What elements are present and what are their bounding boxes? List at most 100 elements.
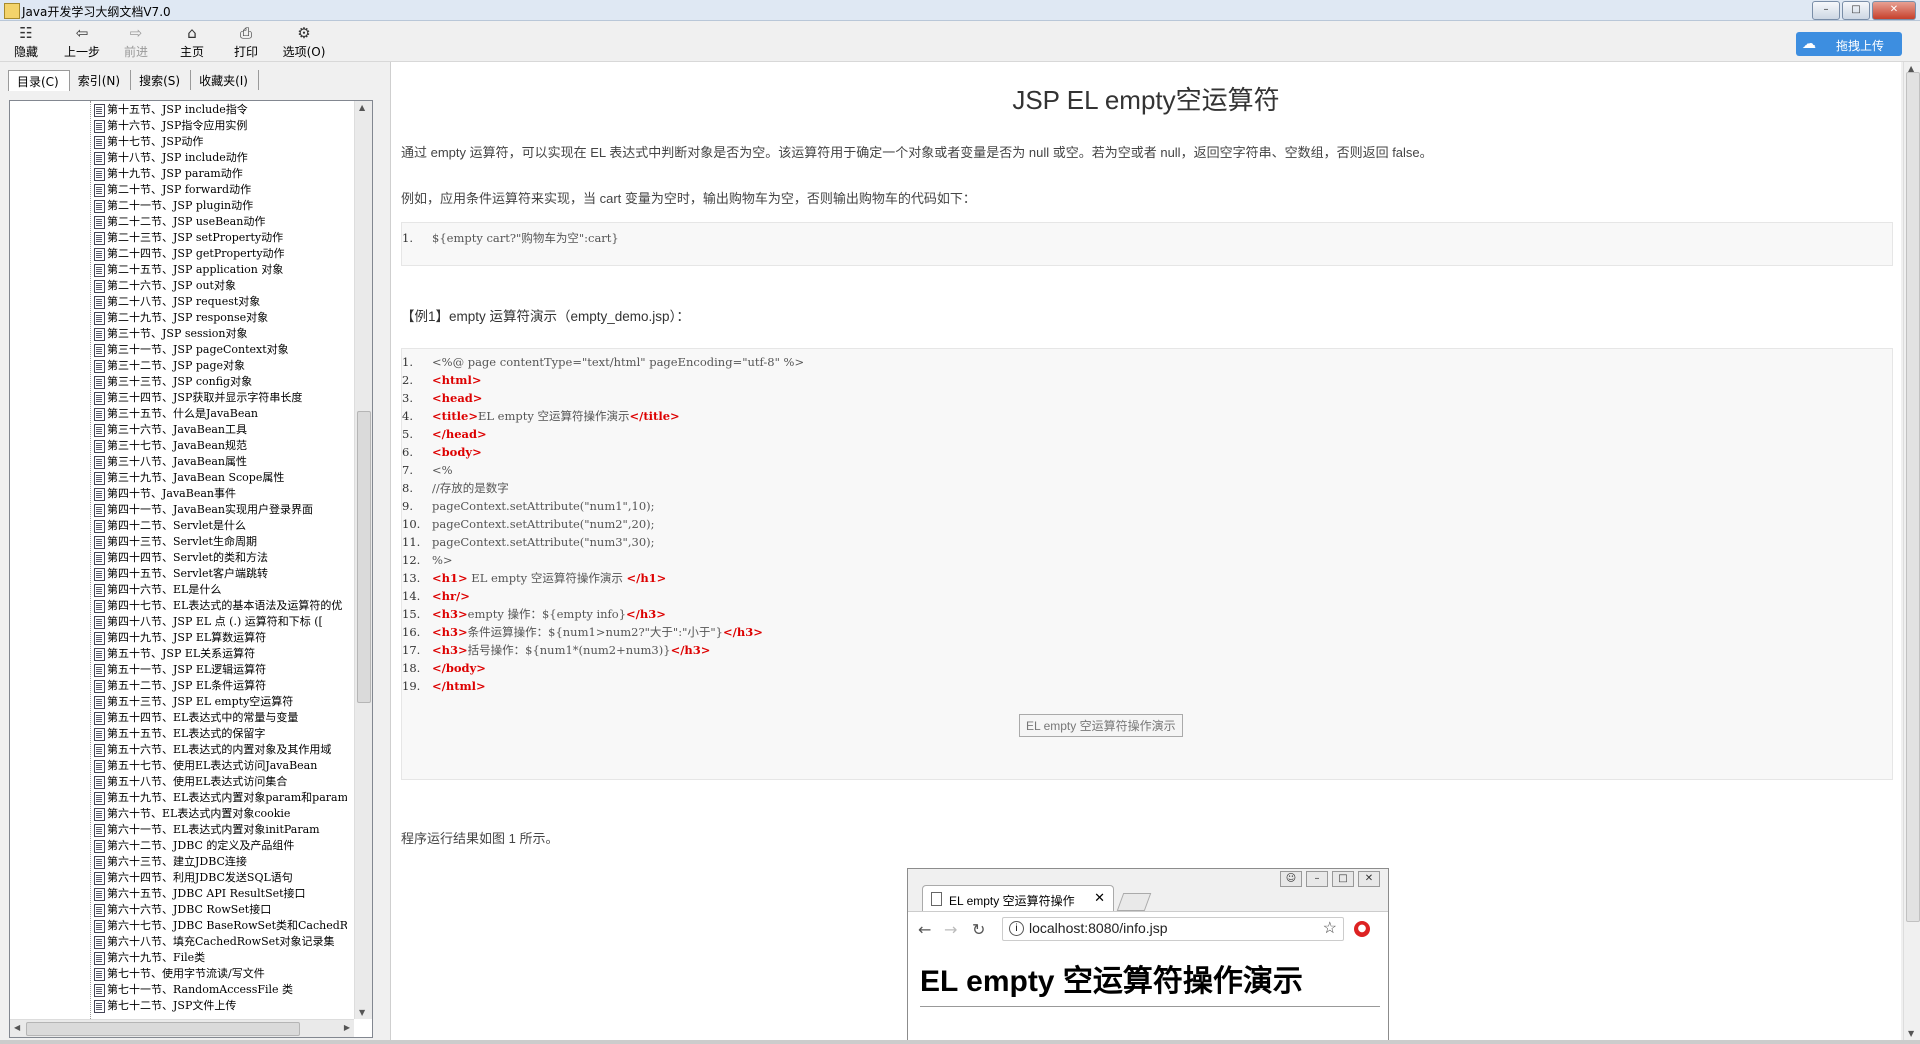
tree-item[interactable]: 第十九节、JSP param动作 xyxy=(92,166,347,182)
tree-item[interactable]: 第四十七节、EL表达式的基本语法及运算符的优 xyxy=(92,598,347,614)
document-icon xyxy=(94,216,105,229)
code-tag: <head> xyxy=(432,391,483,405)
tree-item[interactable]: 第二十九节、JSP response对象 xyxy=(92,310,347,326)
hide-icon: ☷ xyxy=(19,24,33,42)
tree-item[interactable]: 第六十三节、建立JDBC连接 xyxy=(92,854,347,870)
tree-item-label: 第三十三节、JSP config对象 xyxy=(107,375,253,388)
tree-item[interactable]: 第三十三节、JSP config对象 xyxy=(92,374,347,390)
tree-item[interactable]: 第五十节、JSP EL关系运算符 xyxy=(92,646,347,662)
tree-item[interactable]: 第六十四节、利用JDBC发送SQL语句 xyxy=(92,870,347,886)
tree-item[interactable]: 第三十节、JSP session对象 xyxy=(92,326,347,342)
tree-item[interactable]: 第六十九节、File类 xyxy=(92,950,347,966)
tree-item[interactable]: 第六十五节、JDBC API ResultSet接口 xyxy=(92,886,347,902)
tree-item[interactable]: 第二十八节、JSP request对象 xyxy=(92,294,347,310)
tree-item[interactable]: 第五十八节、使用EL表达式访问集合 xyxy=(92,774,347,790)
tree-item[interactable]: 第二十六节、JSP out对象 xyxy=(92,278,347,294)
tree-item[interactable]: 第三十二节、JSP page对象 xyxy=(92,358,347,374)
tree-item[interactable]: 第四十八节、JSP EL 点 (.) 运算符和下标 ([ xyxy=(92,614,347,630)
content-scroll-thumb[interactable] xyxy=(1906,72,1920,922)
code-tag: </h3> xyxy=(723,625,763,639)
code-tag: </html> xyxy=(432,679,486,693)
tree-item[interactable]: 第三十七节、JavaBean规范 xyxy=(92,438,347,454)
tree-item[interactable]: 第五十六节、EL表达式的内置对象及其作用域 xyxy=(92,742,347,758)
tree-item[interactable]: 第六十二节、JDBC 的定义及产品组件 xyxy=(92,838,347,854)
tree-hscroll-thumb[interactable] xyxy=(26,1022,300,1036)
tab-contents[interactable]: 目录(C) xyxy=(8,70,70,91)
scroll-up-icon[interactable]: ▲ xyxy=(359,103,365,112)
tree-item[interactable]: 第六十七节、JDBC BaseRowSet类和CachedRowS xyxy=(92,918,347,934)
options-button[interactable]: ⚙ 选项(O) xyxy=(276,24,332,60)
tree-item[interactable]: 第五十三节、JSP EL empty空运算符 xyxy=(92,694,347,710)
tree-item[interactable]: 第二十节、JSP forward动作 xyxy=(92,182,347,198)
back-button[interactable]: ⇦ 上一步 xyxy=(58,24,106,60)
tree-item[interactable]: 第四十节、JavaBean事件 xyxy=(92,486,347,502)
tree-item[interactable]: 第十五节、JSP include指令 xyxy=(92,102,347,118)
tree-item[interactable]: 第十六节、JSP指令应用实例 xyxy=(92,118,347,134)
tree-item[interactable]: 第七十节、使用字节流读/写文件 xyxy=(92,966,347,982)
tree-item[interactable]: 第二十四节、JSP getProperty动作 xyxy=(92,246,347,262)
tree-item[interactable]: 第五十七节、使用EL表达式访问JavaBean xyxy=(92,758,347,774)
tree-item[interactable]: 第六十六节、JDBC RowSet接口 xyxy=(92,902,347,918)
scroll-right-icon[interactable]: ▶ xyxy=(344,1023,350,1032)
code-tag: <html> xyxy=(432,373,482,387)
document-icon xyxy=(94,616,105,629)
tree-item[interactable]: 第六十八节、填充CachedRowSet对象记录集 xyxy=(92,934,347,950)
tree-item[interactable]: 第二十一节、JSP plugin动作 xyxy=(92,198,347,214)
tree-item[interactable]: 第五十五节、EL表达式的保留字 xyxy=(92,726,347,742)
scroll-left-icon[interactable]: ◀ xyxy=(14,1023,20,1032)
tab-index[interactable]: 索引(N) xyxy=(70,70,132,90)
tree-item[interactable]: 第七十一节、RandomAccessFile 类 xyxy=(92,982,347,998)
forward-button[interactable]: ⇨ 前进 xyxy=(112,24,160,60)
tree-item[interactable]: 第四十九节、JSP EL算数运算符 xyxy=(92,630,347,646)
tree-item[interactable]: 第四十四节、Servlet的类和方法 xyxy=(92,550,347,566)
tree-item[interactable]: 第三十五节、什么是JavaBean xyxy=(92,406,347,422)
back-label: 上一步 xyxy=(63,45,100,59)
document-icon xyxy=(94,392,105,405)
document-icon xyxy=(94,504,105,517)
tree-item[interactable]: 第七十二节、JSP文件上传 xyxy=(92,998,347,1014)
document-icon xyxy=(94,264,105,277)
maximize-button[interactable]: □ xyxy=(1842,1,1870,20)
tree-item[interactable]: 第三十九节、JavaBean Scope属性 xyxy=(92,470,347,486)
tree-item[interactable]: 第二十三节、JSP setProperty动作 xyxy=(92,230,347,246)
tree-item[interactable]: 第十七节、JSP动作 xyxy=(92,134,347,150)
tree-horizontal-scrollbar[interactable]: ◀ ▶ xyxy=(10,1019,354,1037)
tree-item[interactable]: 第四十五节、Servlet客户端跳转 xyxy=(92,566,347,582)
close-button[interactable]: ✕ xyxy=(1872,1,1916,20)
upload-button[interactable]: ☁ 拖拽上传 xyxy=(1796,32,1902,56)
tree-item-label: 第六十一节、EL表达式内置对象initParam xyxy=(107,823,320,836)
content-vertical-scrollbar[interactable]: ▲ ▼ xyxy=(1903,62,1920,1040)
minimize-button[interactable]: – xyxy=(1812,1,1840,20)
tree-scroll-thumb[interactable] xyxy=(357,411,371,703)
tab-search[interactable]: 搜索(S) xyxy=(131,70,192,90)
tree-item[interactable]: 第六十一节、EL表达式内置对象initParam xyxy=(92,822,347,838)
tree-item[interactable]: 第四十二节、Servlet是什么 xyxy=(92,518,347,534)
document-icon xyxy=(94,152,105,165)
hide-button[interactable]: ☷ 隐藏 xyxy=(2,24,50,60)
tree-item[interactable]: 第二十五节、JSP application 对象 xyxy=(92,262,347,278)
tree-item[interactable]: 第六十节、EL表达式内置对象cookie xyxy=(92,806,347,822)
tree-item[interactable]: 第十八节、JSP include动作 xyxy=(92,150,347,166)
browser-restore-icon: □ xyxy=(1332,871,1354,887)
tree-item[interactable]: 第三十八节、JavaBean属性 xyxy=(92,454,347,470)
scroll-down-icon[interactable]: ▼ xyxy=(359,1008,365,1017)
tree-item-label: 第三十一节、JSP pageContext对象 xyxy=(107,343,289,356)
tree-item[interactable]: 第五十四节、EL表达式中的常量与变量 xyxy=(92,710,347,726)
tree-item[interactable]: 第三十四节、JSP获取并显示字符串长度 xyxy=(92,390,347,406)
tree-item[interactable]: 第五十九节、EL表达式内置对象param和paramV xyxy=(92,790,347,806)
tree-vertical-scrollbar[interactable]: ▲ ▼ xyxy=(354,101,372,1019)
tree-item[interactable]: 第五十一节、JSP EL逻辑运算符 xyxy=(92,662,347,678)
tree-item[interactable]: 第三十一节、JSP pageContext对象 xyxy=(92,342,347,358)
content-scroll-down-icon[interactable]: ▼ xyxy=(1908,1029,1914,1038)
tree-item[interactable]: 第二十二节、JSP useBean动作 xyxy=(92,214,347,230)
tree-item-label: 第十八节、JSP include动作 xyxy=(107,151,248,164)
print-button[interactable]: ⎙ 打印 xyxy=(222,24,270,60)
tree-item[interactable]: 第四十六节、EL是什么 xyxy=(92,582,347,598)
tree-item[interactable]: 第四十三节、Servlet生命周期 xyxy=(92,534,347,550)
home-button[interactable]: ⌂ 主页 xyxy=(168,24,216,60)
tree-item[interactable]: 第五十二节、JSP EL条件运算符 xyxy=(92,678,347,694)
tree-item[interactable]: 第三十六节、JavaBean工具 xyxy=(92,422,347,438)
tree-item[interactable]: 第四十一节、JavaBean实现用户登录界面 xyxy=(92,502,347,518)
document-icon xyxy=(94,120,105,133)
tab-favorites[interactable]: 收藏夹(I) xyxy=(191,70,259,90)
